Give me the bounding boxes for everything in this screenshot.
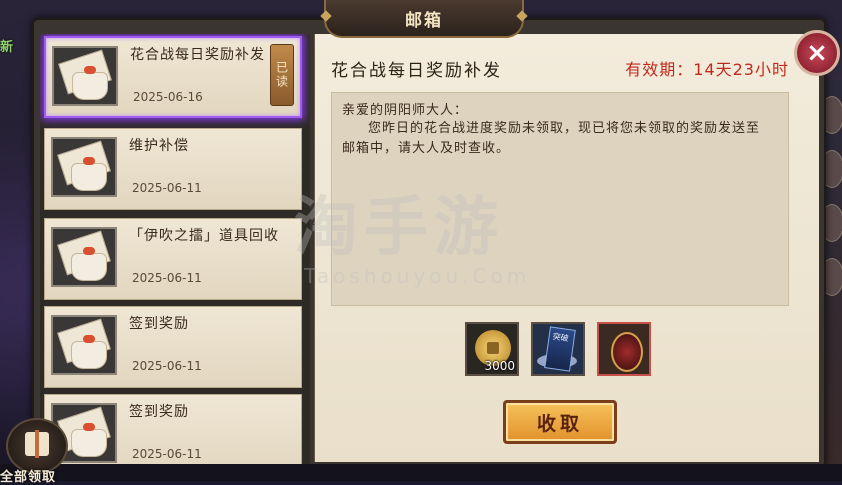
mail-item[interactable]: 签到奖励 2025-06-11 [44, 306, 302, 388]
gourd-icon [611, 332, 643, 372]
claim-all-button[interactable]: 全部领取 [0, 416, 70, 485]
mail-item[interactable]: 维护补偿 2025-06-11 [44, 128, 302, 210]
read-tag: 已读 [270, 44, 294, 106]
reward-gourd[interactable] [597, 322, 651, 376]
claim-button-label: 收取 [536, 412, 583, 435]
mail-item-date: 2025-06-11 [132, 447, 202, 461]
reward-quantity: 3000 [484, 359, 515, 373]
side-new-indicator: 新 [0, 40, 14, 55]
mail-item-selected[interactable]: 花合战每日奖励补发 2025-06-16 已读 [44, 36, 302, 118]
close-button[interactable]: × [794, 30, 840, 76]
reward-gold-coin[interactable]: 3000 [465, 322, 519, 376]
mail-item-title: 维护补偿 [129, 138, 189, 154]
mail-greeting: 亲爱的阴阳师大人： [342, 103, 469, 118]
mail-body-box: 亲爱的阴阳师大人： 您昨日的花合战进度奖励未领取，现已将您未领取的奖励发送至邮箱… [331, 92, 789, 306]
mail-item-title: 签到奖励 [129, 316, 189, 332]
page-title: 邮箱 [405, 10, 443, 31]
close-icon: × [806, 38, 828, 68]
mail-list[interactable]: 花合战每日奖励补发 2025-06-16 已读 维护补偿 2025-06-11 … [40, 34, 310, 464]
bottom-bar [0, 464, 842, 481]
mail-item-date: 2025-06-16 [133, 90, 203, 104]
mail-envelope-icon [52, 46, 118, 106]
mail-item-date: 2025-06-11 [132, 271, 202, 285]
mail-item-title: 「伊吹之擂」道具回收 [129, 228, 279, 244]
mail-item-date: 2025-06-11 [132, 359, 202, 373]
mail-envelope-icon [51, 315, 117, 375]
mail-validity: 有效期：14天23小时 [625, 60, 789, 79]
mail-item-title: 签到奖励 [129, 404, 189, 420]
mail-item[interactable]: 签到奖励 2025-06-11 [44, 394, 302, 464]
mail-envelope-icon [51, 227, 117, 287]
claim-all-label: 全部领取 [0, 470, 57, 485]
mail-detail-title: 花合战每日奖励补发 [331, 61, 502, 81]
claim-button[interactable]: 收取 [503, 400, 617, 444]
mail-detail: 花合战每日奖励补发 有效期：14天23小时 亲爱的阴阳师大人： 您昨日的花合战进… [314, 34, 819, 462]
mail-item[interactable]: 「伊吹之擂」道具回收 2025-06-11 [44, 218, 302, 300]
reward-summon-card[interactable]: 突破 [531, 322, 585, 376]
mail-item-title: 花合战每日奖励补发 [130, 47, 265, 63]
mail-body-text: 您昨日的花合战进度奖励未领取，现已将您未领取的奖励发送至邮箱中，请大人及时查收。 [342, 121, 761, 156]
mail-item-date: 2025-06-11 [132, 181, 202, 195]
mail-envelope-icon [51, 137, 117, 197]
mailbox-title-plate: 邮箱 [324, 0, 524, 38]
